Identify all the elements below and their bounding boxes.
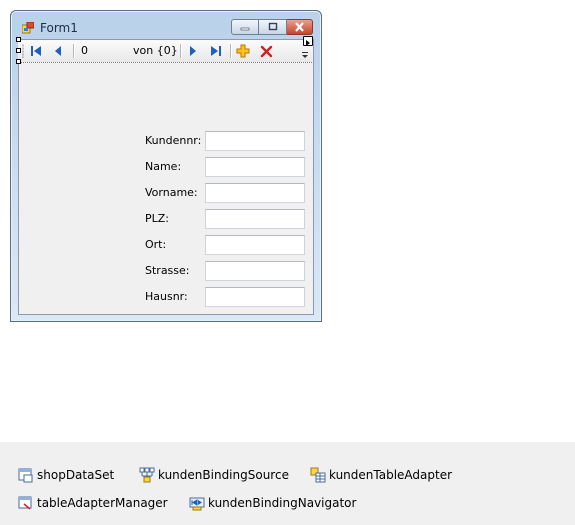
toolbar-grip[interactable] xyxy=(22,44,24,58)
minimize-button[interactable] xyxy=(231,19,259,35)
ort-textbox[interactable] xyxy=(205,235,305,255)
name-label: Name: xyxy=(145,160,182,173)
chevron-right-icon xyxy=(306,40,310,46)
binding-navigator-toolbar[interactable]: 0 von {0} xyxy=(18,40,312,63)
maximize-icon xyxy=(268,22,277,31)
toolbar-overflow-button[interactable] xyxy=(301,49,310,60)
strasse-label: Strasse: xyxy=(145,264,190,277)
vorname-label: Vorname: xyxy=(145,186,198,199)
add-new-button[interactable] xyxy=(235,43,251,59)
name-textbox[interactable] xyxy=(205,157,305,177)
tray-item-label: kundenTableAdapter xyxy=(329,468,453,482)
dataset-icon xyxy=(18,468,33,483)
component-tray[interactable]: shopDataSet kundenBindingSource kundenTa… xyxy=(0,442,575,525)
kundennr-textbox[interactable] xyxy=(205,131,305,151)
hausnr-textbox[interactable] xyxy=(205,287,305,307)
title-bar[interactable]: Form1 xyxy=(11,11,321,39)
maximize-button[interactable] xyxy=(259,19,287,35)
form-client-area[interactable]: 0 von {0} Kundennr: Name: Vorname: PLZ: … xyxy=(16,36,314,315)
tray-item-tableadaptermanager[interactable]: tableAdapterManager xyxy=(18,494,168,512)
tray-item-shopdataset[interactable]: shopDataSet xyxy=(18,466,114,484)
count-item-label: von {0} xyxy=(133,44,178,57)
smart-tag-button[interactable] xyxy=(303,36,313,46)
close-icon xyxy=(295,22,304,32)
tray-item-label: shopDataSet xyxy=(37,468,115,482)
strasse-textbox[interactable] xyxy=(205,261,305,281)
selection-handle[interactable] xyxy=(16,48,21,53)
move-next-icon xyxy=(190,46,196,56)
tray-item-kundenbindingnavigator[interactable]: kundenBindingNavigator xyxy=(189,494,356,512)
vorname-textbox[interactable] xyxy=(205,183,305,203)
caption-buttons xyxy=(231,19,313,37)
move-last-button[interactable] xyxy=(208,43,224,59)
add-new-icon xyxy=(236,44,250,58)
tray-item-kundenbindingsource[interactable]: kundenBindingSource xyxy=(139,466,289,484)
selection-handle[interactable] xyxy=(16,59,21,64)
chevron-down-icon xyxy=(302,52,308,58)
tray-item-label: tableAdapterManager xyxy=(37,496,168,510)
move-previous-icon xyxy=(55,46,61,56)
tray-item-label: kundenBindingSource xyxy=(158,468,289,482)
close-button[interactable] xyxy=(287,19,313,35)
selection-handle[interactable] xyxy=(16,37,21,42)
move-previous-button[interactable] xyxy=(50,43,66,59)
delete-button[interactable] xyxy=(258,43,274,59)
plz-label: PLZ: xyxy=(145,212,170,225)
kundennr-label: Kundennr: xyxy=(145,134,202,147)
hausnr-label: Hausnr: xyxy=(145,290,188,303)
table-adapter-manager-icon xyxy=(18,496,32,510)
move-first-button[interactable] xyxy=(28,43,44,59)
position-item-textbox[interactable]: 0 xyxy=(81,43,129,59)
move-last-icon xyxy=(211,46,221,56)
ort-label: Ort: xyxy=(145,238,167,251)
plz-textbox[interactable] xyxy=(205,209,305,229)
minimize-icon xyxy=(240,27,250,31)
move-next-button[interactable] xyxy=(185,43,201,59)
form-designer-window[interactable]: Form1 0 von {0} Kundennr: Name: Vorname:… xyxy=(10,10,322,322)
delete-icon xyxy=(260,45,272,57)
tray-item-label: kundenBindingNavigator xyxy=(208,496,357,510)
toolbar-separator xyxy=(180,44,181,58)
binding-source-icon xyxy=(139,467,155,483)
binding-navigator-icon xyxy=(189,497,205,511)
move-first-icon xyxy=(31,46,41,56)
tray-item-kundentableadapter[interactable]: kundenTableAdapter xyxy=(310,466,452,484)
toolbar-separator xyxy=(73,44,74,58)
window-title: Form1 xyxy=(40,21,78,35)
table-adapter-icon xyxy=(310,467,326,483)
toolbar-separator xyxy=(230,44,231,58)
form-icon xyxy=(21,21,35,34)
